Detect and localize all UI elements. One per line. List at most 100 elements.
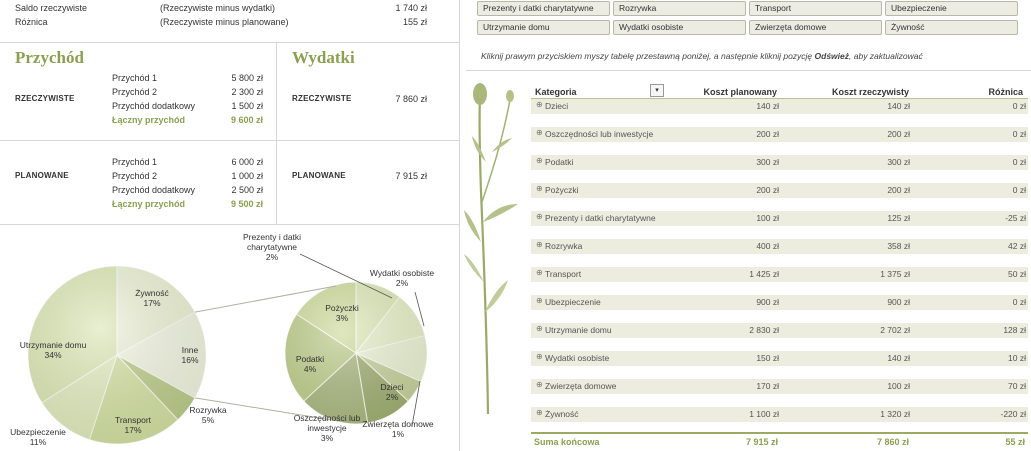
- expand-circle-icon[interactable]: ⊕: [536, 100, 543, 109]
- expand-circle-icon[interactable]: ⊕: [536, 380, 543, 389]
- pivot-cell-actual: 140 zł: [887, 353, 910, 363]
- pivot-row[interactable]: ⊕ Pożyczki 200 zł 200 zł 0 zł: [531, 183, 1028, 198]
- refresh-instruction: Kliknij prawym przyciskiem myszy tabelę …: [481, 51, 923, 61]
- expense-pie-of-pie-chart[interactable]: Żywność 17%Inne 16%Rozrywka 5%Transport 17%U…: [0, 226, 459, 451]
- income-actual-total-label: Łączny przychód: [112, 115, 186, 125]
- expand-circle-icon[interactable]: ⊕: [536, 296, 543, 305]
- pivot-cell-actual: 100 zł: [887, 381, 910, 391]
- pivot-cell-category: Rozrywka: [545, 241, 583, 251]
- pivot-row[interactable]: ⊕ Zwierzęta domowe 170 zł 100 zł 70 zł: [531, 379, 1028, 394]
- pivot-cell-planned: 1 425 zł: [749, 269, 779, 279]
- pivot-cell-category: Wydatki osobiste: [545, 353, 610, 363]
- expand-circle-icon[interactable]: ⊕: [536, 184, 543, 193]
- pivot-cell-category: Żywność: [545, 409, 579, 419]
- expand-circle-icon[interactable]: ⊕: [536, 212, 543, 221]
- pivot-cell-planned: 150 zł: [756, 353, 779, 363]
- plant-illustration: [464, 83, 518, 415]
- pivot-cell-diff: 42 zł: [1008, 241, 1026, 251]
- pivot-cell-category: Transport: [545, 269, 582, 279]
- pivot-cell-actual: 125 zł: [887, 213, 910, 223]
- income-planned-item-2-value: 1 000 zł: [231, 171, 263, 181]
- summary-label-balance: Saldo rzeczywiste: [15, 3, 88, 13]
- pivot-cell-planned: 140 zł: [756, 101, 779, 111]
- pivot-header-category: Kategoria: [535, 87, 577, 97]
- pivot-cell-actual: 900 zł: [887, 297, 910, 307]
- pivot-row[interactable]: ⊕ Oszczędności lub inwestycje 200 zł 200 zł…: [531, 127, 1028, 142]
- income-planned-total-label: Łączny przychód: [112, 199, 186, 209]
- pivot-cell-category: Zwierzęta domowe: [545, 381, 617, 391]
- pivot-cell-category: Prezenty i datki charytatywne: [545, 213, 656, 223]
- income-planned-item-3-label: Przychód dodatkowy: [112, 185, 196, 195]
- pivot-cell-actual: 2 702 zł: [880, 325, 910, 335]
- pivot-cell-diff: 0 zł: [1012, 297, 1026, 307]
- expand-circle-icon[interactable]: ⊕: [536, 240, 543, 249]
- summary-note-balance: (Rzeczywiste minus wydatki): [160, 3, 276, 13]
- instruction-bold: Odśwież: [814, 51, 850, 61]
- pivot-row[interactable]: ⊕ Rozrywka 400 zł 358 zł 42 zł: [531, 239, 1028, 254]
- pivot-cell-diff: 70 zł: [1008, 381, 1026, 391]
- slicer-button-entertainment[interactable]: Rozrywka: [613, 1, 746, 16]
- pivot-cell-planned: 2 830 zł: [749, 325, 779, 335]
- pivot-row[interactable]: ⊕ Żywność 1 100 zł 1 320 zł -220 zł: [531, 407, 1028, 422]
- slicer-button-pets[interactable]: Zwierzęta domowe: [749, 20, 882, 35]
- pivot-total-planned: 7 915 zł: [745, 437, 778, 447]
- pivot-cell-planned: 300 zł: [756, 157, 779, 167]
- income-actual-item-2-value: 2 300 zł: [231, 87, 263, 97]
- income-actual-item-3-value: 1 500 zł: [231, 101, 263, 111]
- summary-value-difference: 155 zł: [402, 17, 427, 27]
- pivot-cell-category: Ubezpieczenie: [545, 297, 601, 307]
- pivot-cell-actual: 1 375 zł: [880, 269, 910, 279]
- income-planned-item-3-value: 2 500 zł: [231, 185, 263, 195]
- pivot-cell-actual: 200 zł: [887, 185, 910, 195]
- pivot-cell-diff: 10 zł: [1008, 353, 1026, 363]
- pivot-cell-planned: 1 100 zł: [749, 409, 779, 419]
- pivot-cell-category: Dzieci: [545, 101, 569, 111]
- pivot-cell-planned: 170 zł: [756, 381, 779, 391]
- pivot-cell-diff: -220 zł: [1000, 409, 1026, 419]
- income-actual-item-3-label: Przychód dodatkowy: [112, 101, 196, 111]
- expenses-actual-value: 7 860 zł: [395, 94, 427, 104]
- summary-value-balance: 1 740 zł: [395, 3, 427, 13]
- slicer-button-transport[interactable]: Transport: [749, 1, 882, 16]
- pie-label-zwierzeta-domowe: Zwierzęta domowe 1%: [362, 419, 434, 439]
- pivot-row[interactable]: ⊕ Transport 1 425 zł 1 375 zł 50 zł: [531, 267, 1028, 282]
- expand-circle-icon[interactable]: ⊕: [536, 268, 543, 277]
- pivot-cell-planned: 400 zł: [756, 241, 779, 251]
- slicer-button-personal[interactable]: Wydatki osobiste: [613, 20, 746, 35]
- summary-note-difference: (Rzeczywiste minus planowane): [160, 17, 289, 27]
- summary-label-difference: Różnica: [15, 17, 48, 27]
- pivot-cell-category: Podatki: [545, 157, 574, 167]
- pivot-row[interactable]: ⊕ Prezenty i datki charytatywne 100 zł 125 …: [531, 211, 1028, 226]
- pie-label-inne: Inne 16%: [181, 345, 198, 365]
- expand-circle-icon[interactable]: ⊕: [536, 128, 543, 137]
- pivot-row[interactable]: ⊕ Ubezpieczenie 900 zł 900 zł 0 zł: [531, 295, 1028, 310]
- pivot-cell-actual: 200 zł: [887, 129, 910, 139]
- pivot-cell-diff: -25 zł: [1005, 213, 1026, 223]
- pivot-cell-actual: 358 zł: [887, 241, 910, 251]
- slicer-button-insurance[interactable]: Ubezpieczenie: [885, 1, 1018, 16]
- pivot-cell-diff: 0 zł: [1012, 129, 1026, 139]
- pivot-row[interactable]: ⊕ Dzieci 140 zł 140 zł 0 zł: [531, 99, 1028, 114]
- pivot-row[interactable]: ⊕ Utrzymanie domu 2 830 zł 2 702 zł 128 zł: [531, 323, 1028, 338]
- expand-circle-icon[interactable]: ⊕: [536, 408, 543, 417]
- slicer-button-housing[interactable]: Utrzymanie domu: [477, 20, 610, 35]
- instruction-text-after: , aby zaktualizować: [849, 51, 923, 61]
- pivot-cell-diff: 0 zł: [1012, 185, 1026, 195]
- instruction-text-before: Kliknij prawym przyciskiem myszy tabelę …: [481, 51, 815, 61]
- slicer-button-gifts[interactable]: Prezenty i datki charytatywne: [477, 1, 610, 16]
- pie-label-rozrywka: Rozrywka 5%: [189, 405, 227, 425]
- slicer-button-food[interactable]: Żywność: [885, 20, 1018, 35]
- income-planned-item-1-label: Przychód 1: [112, 157, 158, 167]
- pivot-row[interactable]: ⊕ Wydatki osobiste 150 zł 140 zł 10 zł: [531, 351, 1028, 366]
- pivot-cell-diff: 128 zł: [1003, 325, 1026, 335]
- pivot-header-planned: Koszt planowany: [703, 87, 777, 97]
- income-actual-total-value: 9 600 zł: [230, 115, 263, 125]
- expand-circle-icon[interactable]: ⊕: [536, 324, 543, 333]
- pivot-row[interactable]: ⊕ Podatki 300 zł 300 zł 0 zł: [531, 155, 1028, 170]
- expand-circle-icon[interactable]: ⊕: [536, 352, 543, 361]
- pivot-total-diff: 55 zł: [1005, 437, 1025, 447]
- pivot-header-actual: Koszt rzeczywisty: [831, 87, 909, 97]
- expand-circle-icon[interactable]: ⊕: [536, 156, 543, 165]
- pivot-cell-diff: 0 zł: [1012, 157, 1026, 167]
- pivot-cell-actual: 140 zł: [887, 101, 910, 111]
